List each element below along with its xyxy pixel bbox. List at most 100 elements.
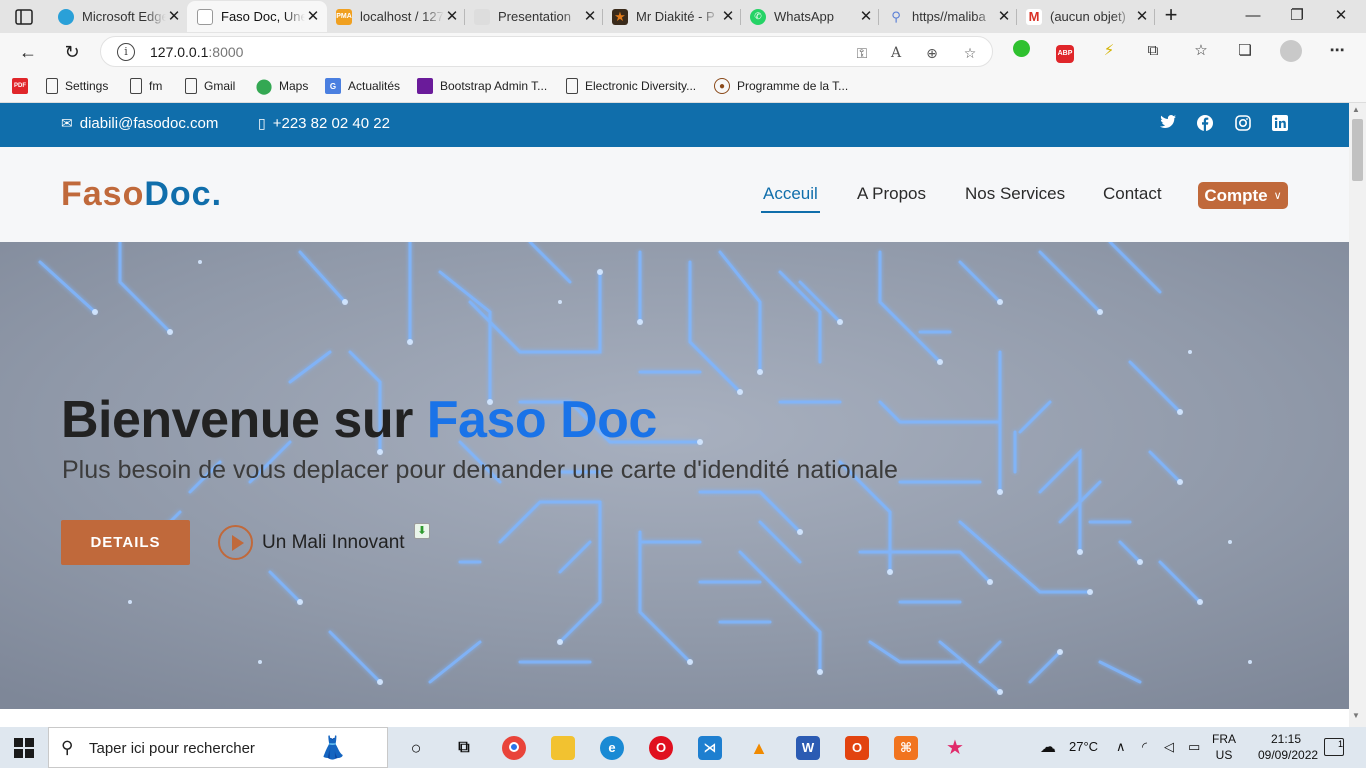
add-favorite-icon[interactable]: ☆ — [961, 44, 979, 62]
more-options-icon[interactable]: ⋯ — [1326, 40, 1348, 62]
browser-tab[interactable]: ✆ WhatsApp ✕ — [740, 1, 880, 32]
lightning-icon[interactable]: ⚡ — [1098, 40, 1120, 62]
tab-actions-icon[interactable] — [14, 7, 34, 27]
scroll-down-icon[interactable]: ▼ — [1352, 711, 1360, 720]
language-indicator[interactable]: FRA US — [1212, 731, 1236, 763]
favorites-icon[interactable]: ☆ — [1190, 40, 1212, 62]
chrome-icon[interactable] — [502, 736, 526, 760]
facebook-icon[interactable] — [1196, 115, 1214, 133]
battery-icon[interactable]: ▭ — [1188, 739, 1200, 755]
phone-contact[interactable]: ▯ +223 82 02 40 22 — [258, 115, 390, 132]
close-icon[interactable]: ✕ — [720, 8, 736, 25]
minimize-icon[interactable]: — — [1240, 4, 1266, 28]
site-info-icon[interactable]: i — [117, 43, 135, 61]
refresh-icon[interactable]: ↻ — [60, 40, 84, 64]
page-icon — [566, 78, 578, 94]
close-icon[interactable]: ✕ — [444, 8, 460, 25]
speaker-icon[interactable]: ◁ — [1164, 739, 1174, 755]
close-icon[interactable]: ✕ — [305, 8, 321, 25]
nav-services[interactable]: Nos Services — [965, 184, 1065, 204]
video-link-label[interactable]: Un Mali Innovant — [262, 532, 405, 554]
address-bar[interactable]: i 127.0.0.1:8000 ⚿ A ⊕ ☆ — [100, 36, 993, 67]
close-window-icon[interactable]: ✕ — [1328, 4, 1354, 28]
taskbar-search-input[interactable]: ⚲ Taper ici pour rechercher 👗 — [48, 727, 388, 768]
address-text[interactable]: 127.0.0.1:8000 — [150, 44, 243, 60]
vscode-icon[interactable]: ⋊ — [698, 736, 722, 760]
page-below-hero — [0, 709, 1349, 727]
system-clock[interactable]: 21:15 09/09/2022 — [1258, 731, 1318, 763]
weather-icon[interactable]: ☁ — [1040, 737, 1056, 757]
browser-tab[interactable]: ★ Mr Diakité - P ✕ — [602, 1, 742, 32]
nav-about[interactable]: A Propos — [857, 184, 926, 204]
task-view-icon[interactable]: ⧉ — [452, 736, 476, 760]
star-icon: ★ — [612, 8, 628, 25]
site-logo[interactable]: FasoDoc. — [61, 175, 222, 214]
address-port: :8000 — [208, 44, 244, 60]
wifi-icon[interactable]: ◜ — [1142, 739, 1147, 755]
nav-contact[interactable]: Contact — [1103, 184, 1162, 204]
download-icon[interactable]: ⬇ — [414, 523, 430, 539]
play-video-icon[interactable] — [218, 525, 253, 560]
bootstrap-icon — [417, 78, 433, 94]
bookmark-label: Settings — [65, 79, 109, 93]
office-icon[interactable]: O — [845, 736, 869, 760]
bookmark-pdf[interactable]: PDF — [12, 76, 35, 96]
back-icon[interactable]: ← — [16, 40, 40, 64]
nav-home[interactable]: Acceuil — [761, 184, 820, 213]
browser-tab[interactable]: Microsoft Edge ✕ — [48, 1, 188, 32]
windows-start-icon[interactable] — [14, 738, 34, 758]
close-icon[interactable]: ✕ — [996, 8, 1012, 25]
extension-green-icon[interactable] — [1010, 40, 1032, 62]
browser-tab[interactable]: Presentation ✕ — [464, 1, 604, 32]
word-icon[interactable]: W — [796, 736, 820, 760]
close-icon[interactable]: ✕ — [582, 8, 598, 25]
contact-topbar: ✉ diabili@fasodoc.com ▯ +223 82 02 40 22 — [0, 103, 1349, 147]
bookmark-fm[interactable]: fm — [130, 76, 162, 96]
xampp-icon[interactable]: ⌘ — [894, 736, 918, 760]
star-app-icon[interactable]: ★ — [943, 736, 967, 760]
bookmark-programme[interactable]: ● Programme de la T... — [714, 76, 848, 96]
tab-divider — [1154, 9, 1155, 25]
adblock-icon[interactable]: ABP — [1054, 40, 1076, 63]
cortana-icon[interactable]: ○ — [404, 736, 428, 760]
collections-icon[interactable]: ❏ — [1234, 40, 1256, 62]
bookmark-bootstrap[interactable]: Bootstrap Admin T... — [417, 76, 547, 96]
weather-temp[interactable]: 27°C — [1069, 739, 1098, 754]
account-dropdown-button[interactable]: Compte ∨ — [1198, 182, 1288, 209]
bookmark-actualites[interactable]: G Actualités — [325, 76, 400, 96]
tray-chevron-up-icon[interactable]: ∧ — [1116, 739, 1126, 755]
browser-tab[interactable]: PMA localhost / 127 ✕ — [326, 1, 466, 32]
linkedin-icon[interactable] — [1271, 115, 1289, 133]
edge-icon[interactable]: e — [600, 736, 624, 760]
instagram-icon[interactable] — [1234, 115, 1252, 133]
page-scrollbar[interactable]: ▲ ▼ — [1349, 103, 1366, 727]
scroll-up-icon[interactable]: ▲ — [1352, 105, 1360, 114]
bookmark-settings[interactable]: Settings — [46, 76, 108, 96]
read-aloud-icon[interactable]: A — [887, 44, 905, 62]
zoom-icon[interactable]: ⊕ — [923, 44, 941, 62]
scrollbar-thumb[interactable] — [1352, 119, 1363, 181]
new-tab-icon[interactable]: + — [1160, 4, 1182, 27]
restore-icon[interactable]: ❐ — [1284, 4, 1310, 28]
bookmark-maps[interactable]: ⬤ Maps — [256, 76, 309, 96]
opera-icon[interactable]: O — [649, 736, 673, 760]
key-icon[interactable]: ⚿ — [853, 44, 871, 62]
profile-avatar[interactable] — [1280, 40, 1302, 62]
close-icon[interactable]: ✕ — [858, 8, 874, 25]
bookmark-gmail[interactable]: Gmail — [185, 76, 235, 96]
close-icon[interactable]: ✕ — [166, 8, 182, 25]
vlc-icon[interactable]: ▲ — [747, 736, 771, 760]
extensions-icon[interactable]: ⧉ — [1142, 40, 1164, 62]
browser-tab[interactable]: M (aucun objet) ✕ — [1016, 1, 1156, 32]
email-contact[interactable]: ✉ diabili@fasodoc.com — [61, 115, 218, 132]
browser-tab-active[interactable]: Faso Doc, Une ✕ — [187, 1, 327, 32]
file-explorer-icon[interactable] — [551, 736, 575, 760]
close-icon[interactable]: ✕ — [1134, 8, 1150, 25]
browser-tab-strip: Microsoft Edge ✕ Faso Doc, Une ✕ PMA loc… — [0, 0, 1366, 33]
twitter-icon[interactable] — [1159, 115, 1177, 133]
notification-center-icon[interactable]: 1 — [1324, 738, 1344, 756]
bookmark-electronic-diversity[interactable]: Electronic Diversity... — [566, 76, 696, 96]
whatsapp-icon: ✆ — [750, 8, 766, 25]
browser-tab[interactable]: ⚲ https//maliba ✕ — [878, 1, 1018, 32]
details-button[interactable]: DETAILS — [61, 520, 190, 565]
